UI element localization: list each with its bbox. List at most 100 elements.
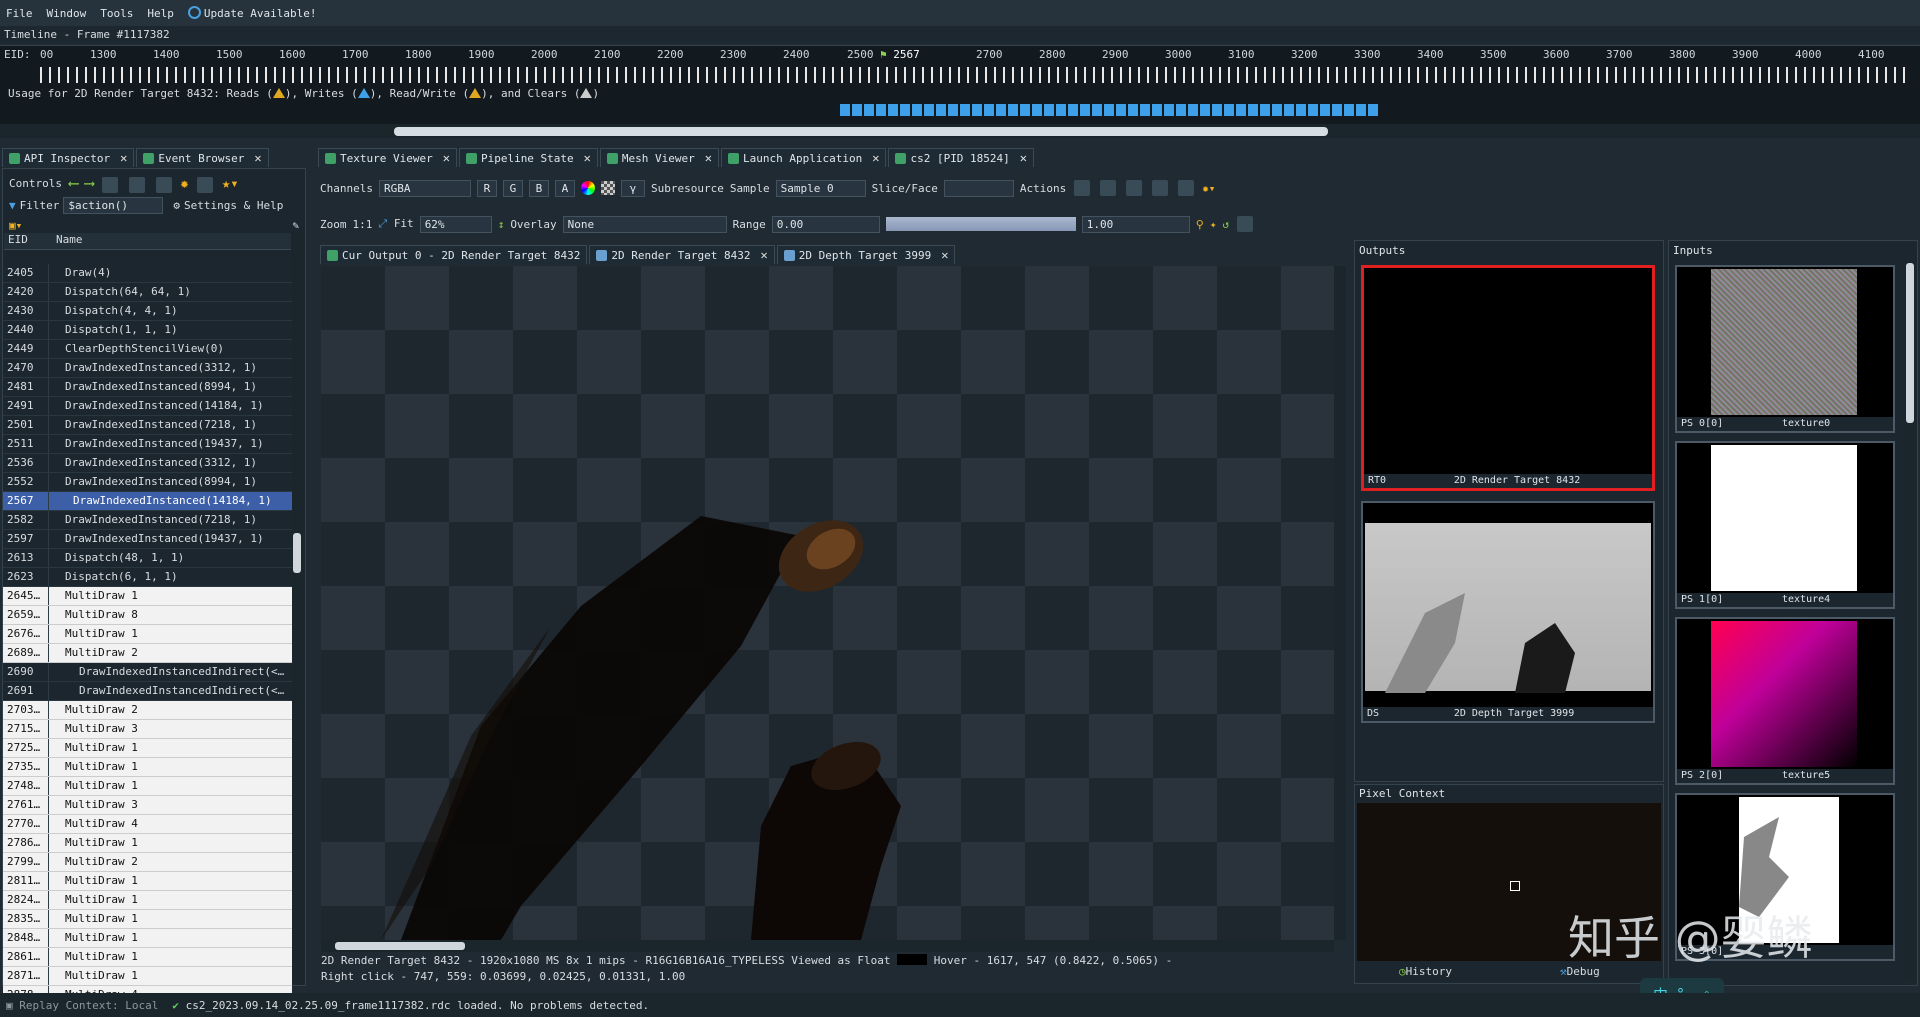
event-row[interactable]: 2835… MultiDraw 1	[3, 910, 292, 929]
event-row[interactable]: 2405 Draw(4)	[3, 264, 292, 283]
tab-depth-target[interactable]: 2D Depth Target 3999 ✕	[776, 245, 956, 264]
checkerboard-icon[interactable]	[600, 181, 615, 195]
event-row[interactable]: 2691 DrawIndexedInstancedIndirect(<…	[3, 682, 292, 701]
gear-icon[interactable]: ⚙	[173, 199, 180, 212]
channel-r-toggle[interactable]: R	[476, 179, 497, 197]
fit-button[interactable]: ⤢ Fit	[378, 217, 413, 231]
inputs-scrollbar[interactable]	[1905, 261, 1915, 981]
flip-icon[interactable]: ↕	[498, 218, 505, 231]
tab-render-target[interactable]: 2D Render Target 8432 ✕	[589, 245, 775, 264]
back-arrow-icon[interactable]: ⟵	[69, 174, 78, 192]
close-icon[interactable]: ✕	[443, 151, 450, 165]
event-row[interactable]: 2748… MultiDraw 1	[3, 777, 292, 796]
event-row[interactable]: 2786… MultiDraw 1	[3, 834, 292, 853]
star-icon[interactable]: ★▾	[222, 176, 239, 192]
close-icon[interactable]: ✕	[1020, 151, 1027, 165]
event-row[interactable]: 2735… MultiDraw 1	[3, 758, 292, 777]
output-thumbnail-rt0[interactable]: RT0 2D Render Target 8432	[1361, 265, 1655, 491]
gamma-toggle[interactable]: γ	[620, 179, 645, 197]
event-scrollbar[interactable]	[291, 233, 303, 983]
zoom-1to1-button[interactable]: 1:1	[353, 218, 373, 231]
channel-g-toggle[interactable]: G	[502, 179, 523, 197]
col-eid[interactable]: EID	[4, 233, 50, 249]
history-button[interactable]: ◷History	[1399, 965, 1452, 978]
menu-window[interactable]: Window	[47, 7, 87, 20]
event-row[interactable]: 2623 Dispatch(6, 1, 1)	[3, 568, 292, 587]
event-row[interactable]: 2491 DrawIndexedInstanced(14184, 1)	[3, 397, 292, 416]
auto-fit-icon[interactable]: ✦	[1210, 218, 1217, 231]
forward-arrow-icon[interactable]: ⟶	[85, 174, 94, 192]
event-row[interactable]: 2536 DrawIndexedInstanced(3312, 1)	[3, 454, 292, 473]
tab-launch-application[interactable]: Launch Application ✕	[721, 148, 887, 167]
event-row[interactable]: 2799… MultiDraw 2	[3, 853, 292, 872]
close-icon[interactable]: ✕	[872, 151, 879, 165]
tab-event-browser[interactable]: Event Browser ✕	[136, 148, 269, 167]
event-row[interactable]: 2848… MultiDraw 1	[3, 929, 292, 948]
folder-icon[interactable]: ▣▾	[9, 219, 22, 232]
event-row[interactable]: 2824… MultiDraw 1	[3, 891, 292, 910]
channel-b-toggle[interactable]: B	[528, 179, 549, 197]
event-row[interactable]: 2420 Dispatch(64, 64, 1)	[3, 283, 292, 302]
replay-context[interactable]: ▣ Replay Context: Local	[6, 999, 158, 1012]
update-available[interactable]: Update Available!	[187, 6, 316, 20]
link-icon[interactable]	[1178, 180, 1195, 196]
timeline-event-markers[interactable]	[40, 67, 1910, 83]
zoom-range-icon[interactable]: ⚲	[1196, 218, 1204, 231]
bookmark-icon[interactable]: ✹	[180, 176, 188, 192]
close-icon[interactable]: ✕	[941, 248, 948, 262]
histogram-icon[interactable]	[1237, 216, 1254, 232]
event-row[interactable]: 2501 DrawIndexedInstanced(7218, 1)	[3, 416, 292, 435]
event-row[interactable]: 2715… MultiDraw 3	[3, 720, 292, 739]
event-row[interactable]: 2481 DrawIndexedInstanced(8994, 1)	[3, 378, 292, 397]
event-row[interactable]: 2703… MultiDraw 2	[3, 701, 292, 720]
color-wheel-icon[interactable]	[580, 181, 595, 195]
overlay-select[interactable]: None	[562, 215, 727, 233]
event-row[interactable]: 2725… MultiDraw 1	[3, 739, 292, 758]
settings-help-button[interactable]: Settings & Help	[184, 199, 283, 212]
viewport-hscroll-thumb[interactable]	[335, 942, 465, 950]
close-icon[interactable]: ✕	[254, 151, 261, 165]
viewport-hscroll[interactable]	[321, 940, 1334, 952]
range-max-input[interactable]: 1.00	[1081, 215, 1190, 233]
event-row[interactable]: 2811… MultiDraw 1	[3, 872, 292, 891]
sample-select[interactable]: Sample 0	[775, 179, 866, 197]
event-scrollbar-thumb[interactable]	[293, 533, 301, 573]
clock-icon[interactable]	[128, 177, 145, 193]
close-icon[interactable]: ✕	[705, 151, 712, 165]
close-icon[interactable]: ✕	[120, 151, 127, 165]
stats-icon[interactable]	[155, 177, 172, 193]
event-row[interactable]: 2552 DrawIndexedInstanced(8994, 1)	[3, 473, 292, 492]
event-row[interactable]: 2689… MultiDraw 2	[3, 644, 292, 663]
event-row[interactable]: 2511 DrawIndexedInstanced(19437, 1)	[3, 435, 292, 454]
event-row[interactable]: 2676… MultiDraw 1	[3, 625, 292, 644]
event-row[interactable]: 2871… MultiDraw 1	[3, 967, 292, 986]
event-row[interactable]: 2645… MultiDraw 1	[3, 587, 292, 606]
event-row[interactable]: 2582 DrawIndexedInstanced(7218, 1)	[3, 511, 292, 530]
event-row[interactable]: 2761… MultiDraw 3	[3, 796, 292, 815]
slice-face-select[interactable]	[943, 179, 1014, 197]
menu-tools[interactable]: Tools	[100, 7, 133, 20]
input-thumbnail-texture5[interactable]: PS 2[0] texture5	[1675, 617, 1895, 785]
inputs-scrollbar-thumb[interactable]	[1906, 263, 1914, 423]
reset-range-icon[interactable]: ↺	[1222, 218, 1229, 231]
tab-current-output[interactable]: Cur Output 0 - 2D Render Target 8432	[320, 245, 588, 264]
tab-api-inspector[interactable]: API Inspector ✕	[2, 148, 135, 167]
save-texture-icon[interactable]	[1074, 180, 1091, 196]
export-icon[interactable]: ✎	[292, 219, 299, 232]
input-thumbnail-texture4[interactable]: PS 1[0] texture4	[1675, 441, 1895, 609]
close-icon[interactable]: ✕	[584, 151, 591, 165]
viewport-vscroll[interactable]	[1334, 266, 1346, 940]
event-row[interactable]: 2567 DrawIndexedInstanced(14184, 1)	[3, 492, 292, 511]
menu-file[interactable]: File	[6, 7, 33, 20]
event-row[interactable]: 2690 DrawIndexedInstancedIndirect(<…	[3, 663, 292, 682]
tab-mesh-viewer[interactable]: Mesh Viewer ✕	[599, 148, 719, 167]
close-icon[interactable]: ✕	[761, 248, 768, 262]
event-row[interactable]: 2440 Dispatch(1, 1, 1)	[3, 321, 292, 340]
event-row[interactable]: 2470 DrawIndexedInstanced(3312, 1)	[3, 359, 292, 378]
output-thumbnail-ds[interactable]: DS 2D Depth Target 3999	[1361, 501, 1655, 723]
filter-input[interactable]: $action()	[63, 197, 164, 214]
tab-cs2-process[interactable]: cs2 [PID 18524] ✕	[888, 148, 1035, 167]
tab-texture-viewer[interactable]: Texture Viewer ✕	[318, 148, 457, 167]
event-row[interactable]: 2449 ClearDepthStencilView(0)	[3, 340, 292, 359]
event-row[interactable]: 2613 Dispatch(48, 1, 1)	[3, 549, 292, 568]
